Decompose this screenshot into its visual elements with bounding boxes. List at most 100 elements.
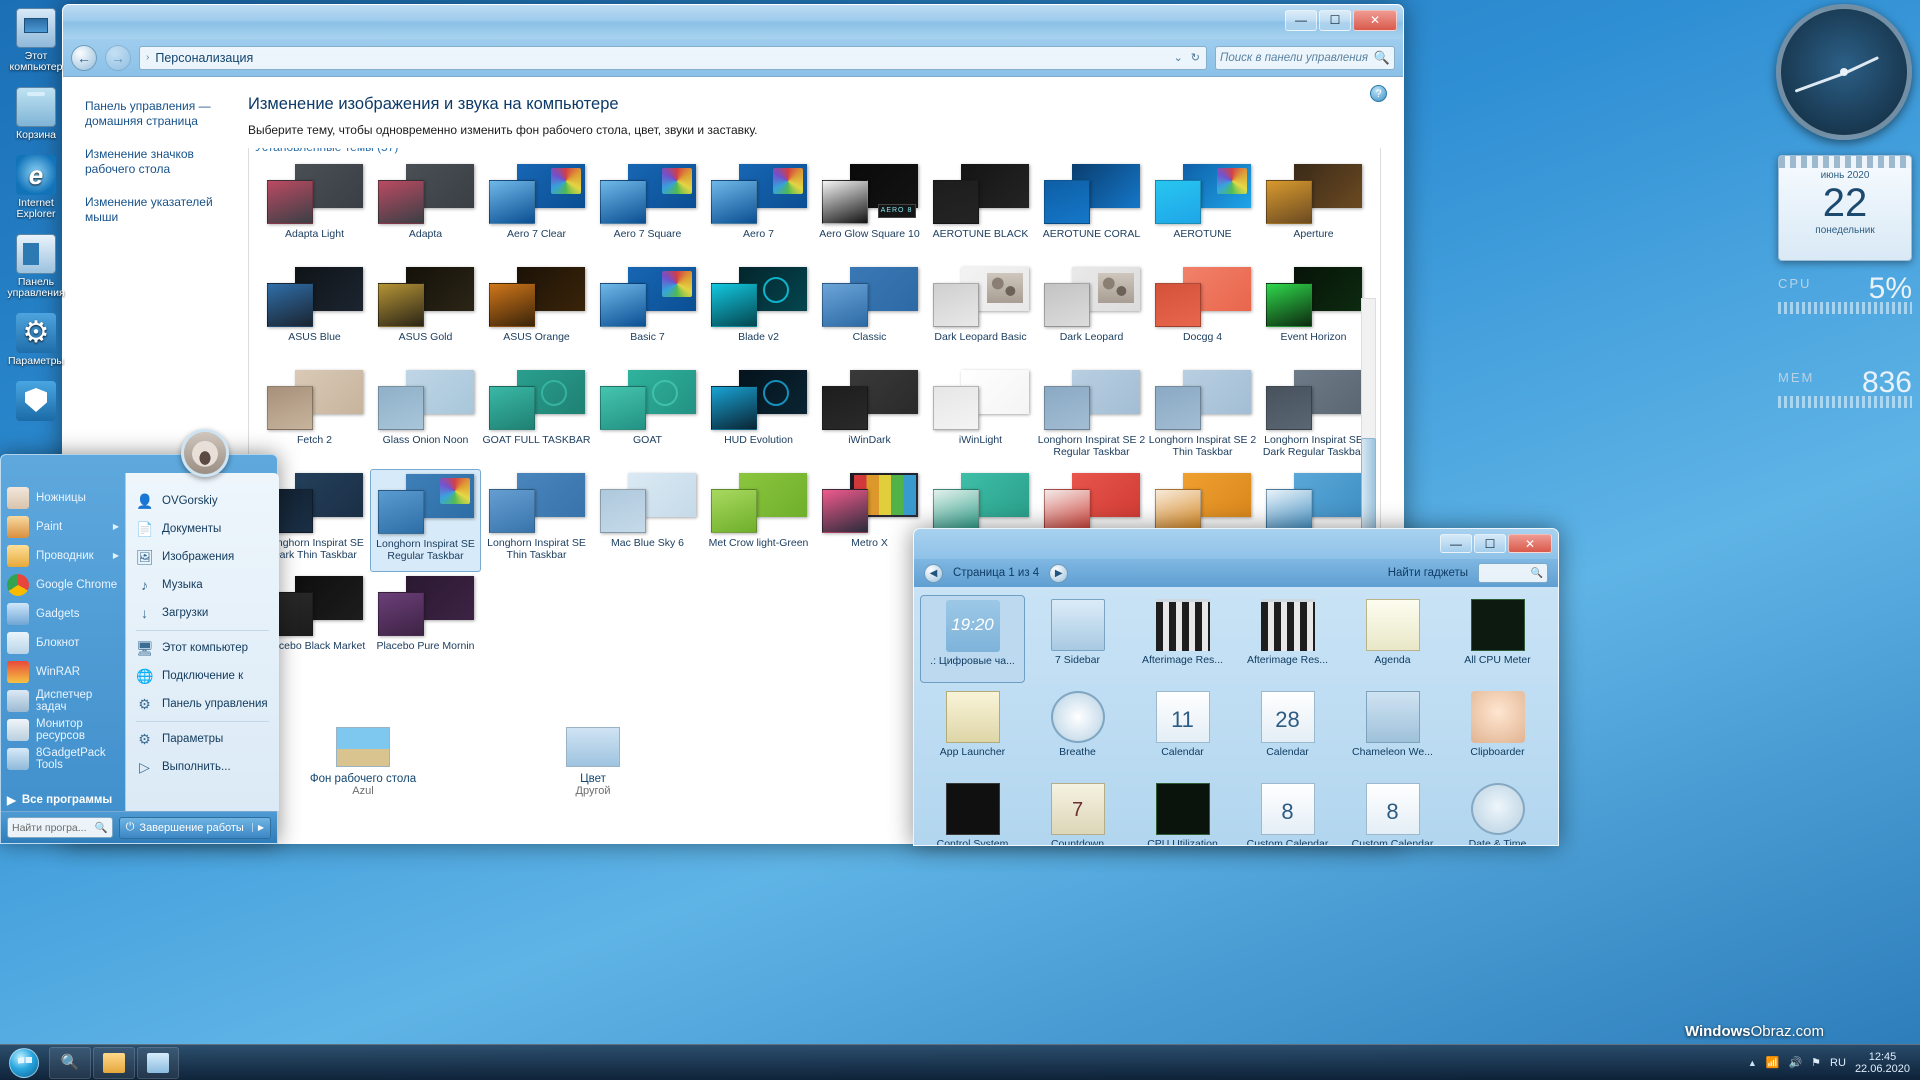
start-menu-item-gadgetpack[interactable]: 8GadgetPack Tools	[1, 744, 125, 773]
explorer-taskbar-button[interactable]	[93, 1047, 135, 1079]
gadget-search-input[interactable]: 🔍	[1478, 563, 1548, 583]
theme-item[interactable]: Aperture	[1258, 160, 1366, 263]
window-color-setting[interactable]: Цвет Другой	[478, 727, 708, 797]
theme-item[interactable]: Fetch 2	[259, 366, 370, 469]
start-menu-place-run[interactable]: ▷Выполнить...	[126, 753, 279, 781]
gadget-item[interactable]: 8Custom Calendar	[1340, 779, 1445, 846]
sidebar-link-desktop-icons[interactable]: Изменение значков рабочего стола	[85, 147, 234, 177]
analog-clock-gadget[interactable]	[1776, 4, 1912, 140]
control-panel-taskbar-button[interactable]	[137, 1047, 179, 1079]
gadget-item[interactable]: Afterimage Res...	[1130, 595, 1235, 683]
theme-item[interactable]: Basic 7	[592, 263, 703, 366]
chevron-down-icon[interactable]: ⌄	[1174, 51, 1183, 64]
theme-item[interactable]: AEROTUNE	[1147, 160, 1258, 263]
gadget-window-titlebar[interactable]: — ☐ ✕	[914, 529, 1558, 559]
gadget-item[interactable]: App Launcher	[920, 687, 1025, 775]
theme-item[interactable]: Aero 7 Square	[592, 160, 703, 263]
refresh-icon[interactable]: ↻	[1191, 51, 1200, 64]
start-menu-place-document[interactable]: 📄Документы	[126, 515, 279, 543]
theme-item[interactable]: Dark Leopard Basic	[925, 263, 1036, 366]
theme-item[interactable]: Event Horizon	[1258, 263, 1366, 366]
theme-item[interactable]: Met Crow light-Green	[703, 469, 814, 572]
submenu-arrow-icon[interactable]: ▶	[113, 522, 119, 531]
language-indicator[interactable]: RU	[1830, 1057, 1846, 1069]
desktop-icon-computer[interactable]: Этот компьютер	[0, 8, 72, 73]
theme-item[interactable]: Longhorn Inspirat SE 2 Regular Taskbar	[1036, 366, 1147, 469]
prev-page-button[interactable]: ◀	[924, 564, 943, 583]
theme-item[interactable]: Dark Leopard	[1036, 263, 1147, 366]
flag-icon[interactable]: ⚑	[1811, 1056, 1821, 1069]
memory-meter-gadget[interactable]: 836 MEM	[1778, 370, 1912, 442]
theme-item[interactable]: Longhorn Inspirat SE 2 Thin Taskbar	[1147, 366, 1258, 469]
theme-item[interactable]: Longhorn Inspirat SE Regular Taskbar	[370, 469, 481, 572]
desktop-icon-settings[interactable]: Параметры	[0, 313, 72, 367]
sidebar-link-home[interactable]: Панель управления — домашняя страница	[85, 99, 234, 129]
start-menu-place-download-arrow[interactable]: ↓Загрузки	[126, 599, 279, 627]
minimize-button[interactable]: —	[1285, 10, 1317, 31]
theme-item[interactable]: Placebo Pure Mornin	[370, 572, 481, 675]
gadget-item[interactable]: Control System	[920, 779, 1025, 846]
show-hidden-icons-button[interactable]: ▲	[1748, 1058, 1757, 1068]
theme-item[interactable]: Classic	[814, 263, 925, 366]
start-menu-item-resource-monitor[interactable]: Монитор ресурсов	[1, 715, 125, 744]
gadget-item[interactable]: 28Calendar	[1235, 687, 1340, 775]
gadget-item[interactable]: All CPU Meter	[1445, 595, 1550, 683]
theme-item[interactable]: Adapta Light	[259, 160, 370, 263]
theme-item[interactable]: Aero 7	[703, 160, 814, 263]
gadget-item[interactable]: Agenda	[1340, 595, 1445, 683]
gadget-item[interactable]: Breathe	[1025, 687, 1130, 775]
theme-item[interactable]: ASUS Gold	[370, 263, 481, 366]
collapse-icon[interactable]: ▲	[1364, 148, 1380, 154]
theme-item[interactable]: AERO 8Aero Glow Square 10	[814, 160, 925, 263]
desktop-icon-internet-explorer[interactable]: e Internet Explorer	[0, 155, 72, 220]
start-menu-place-network[interactable]: 🌐Подключение к	[126, 662, 279, 690]
desktop-icon-recycle-bin[interactable]: Корзина	[0, 87, 72, 141]
start-menu-place-picture[interactable]: 🖼Изображения	[126, 543, 279, 571]
theme-item[interactable]: AEROTUNE BLACK	[925, 160, 1036, 263]
gadget-maximize-button[interactable]: ☐	[1474, 534, 1506, 553]
start-menu-item-chrome[interactable]: Google Chrome	[1, 570, 125, 599]
forward-button[interactable]: →	[105, 45, 131, 71]
desktop-background-setting[interactable]: Фон рабочего стола Azul	[248, 727, 478, 797]
calendar-gadget[interactable]: июнь 2020 22 понедельник	[1778, 155, 1912, 261]
breadcrumb-path[interactable]: Персонализация	[155, 51, 253, 65]
theme-item[interactable]: GOAT	[592, 366, 703, 469]
search-taskbar-button[interactable]: 🔍	[49, 1047, 91, 1079]
start-menu-item-paint-palette[interactable]: Paint▶	[1, 512, 125, 541]
search-icon[interactable]: 🔍	[1531, 568, 1543, 579]
all-programs-button[interactable]: ▶ Все программы	[1, 789, 125, 811]
start-menu-item-gadgets[interactable]: Gadgets	[1, 599, 125, 628]
gadget-item[interactable]: 7 Sidebar	[1025, 595, 1130, 683]
find-gadgets-link[interactable]: Найти гаджеты	[1388, 567, 1468, 579]
submenu-arrow-icon[interactable]: ▶	[113, 551, 119, 560]
start-menu-place-gear[interactable]: ⚙Параметры	[126, 725, 279, 753]
theme-item[interactable]: Metro X	[814, 469, 925, 572]
theme-item[interactable]: Longhorn Inspirat SE Dark Regular Taskba…	[1258, 366, 1366, 469]
theme-item[interactable]: AEROTUNE CORAL	[1036, 160, 1147, 263]
start-menu-place-user[interactable]: 👤OVGorskiy	[126, 487, 279, 515]
desktop-icon-defender[interactable]	[0, 381, 72, 421]
theme-item[interactable]: iWinDark	[814, 366, 925, 469]
start-menu-item-notepad[interactable]: Блокнот	[1, 628, 125, 657]
gadget-item[interactable]: Clipboarder	[1445, 687, 1550, 775]
gadget-item[interactable]: 8Custom Calendar	[1235, 779, 1340, 846]
start-menu-place-computer[interactable]: 🖥Этот компьютер	[126, 634, 279, 662]
search-icon[interactable]: 🔍	[95, 821, 108, 834]
volume-icon[interactable]: 🔊	[1788, 1056, 1802, 1069]
theme-item[interactable]: Longhorn Inspirat SE Thin Taskbar	[481, 469, 592, 572]
start-menu-item-scissors[interactable]: Ножницы	[1, 483, 125, 512]
theme-item[interactable]: Blade v2	[703, 263, 814, 366]
gadget-item[interactable]: 7Countdown	[1025, 779, 1130, 846]
gadget-item[interactable]: Chameleon We...	[1340, 687, 1445, 775]
gadget-item[interactable]: 19:20.: Цифровые ча...	[920, 595, 1025, 683]
back-button[interactable]: ←	[71, 45, 97, 71]
cpu-meter-gadget[interactable]: 5% CPU	[1778, 276, 1912, 348]
theme-item[interactable]: ASUS Orange	[481, 263, 592, 366]
gadget-close-button[interactable]: ✕	[1508, 534, 1552, 553]
start-search-input[interactable]: Найти програ... 🔍	[7, 817, 113, 838]
theme-item[interactable]: Adapta	[370, 160, 481, 263]
avatar[interactable]	[181, 429, 229, 477]
breadcrumb[interactable]: › Персонализация ⌄ ↻	[139, 46, 1207, 70]
window-titlebar[interactable]: — ☐ ✕	[63, 5, 1403, 39]
gadget-item[interactable]: Afterimage Res...	[1235, 595, 1340, 683]
